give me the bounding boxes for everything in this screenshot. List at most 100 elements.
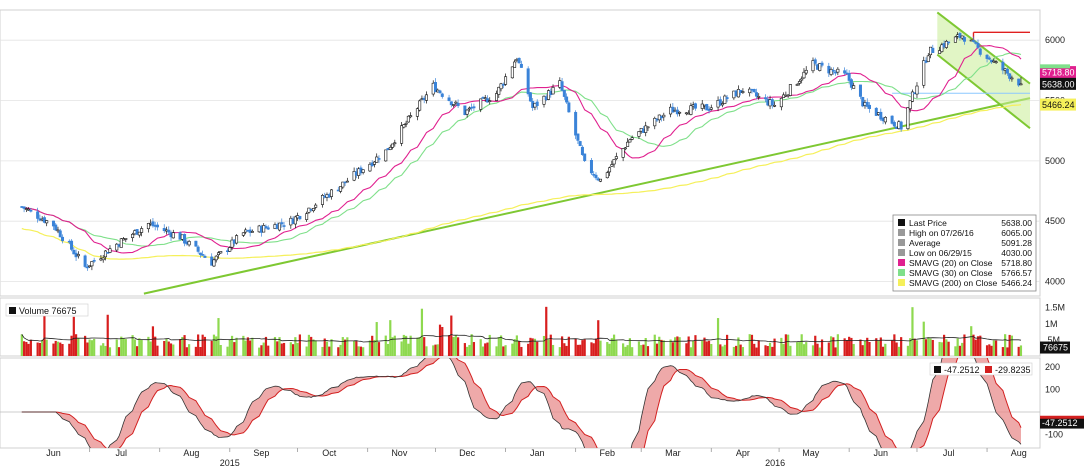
volume-bar bbox=[750, 334, 754, 356]
candle-body bbox=[804, 69, 808, 74]
volume-bar bbox=[848, 336, 851, 356]
volume-bar bbox=[551, 344, 555, 356]
candle-body bbox=[994, 61, 998, 64]
candle-body bbox=[779, 97, 783, 108]
volume-bar bbox=[504, 345, 507, 356]
volume-bar bbox=[122, 337, 125, 356]
volume-bar bbox=[305, 346, 308, 356]
volume-bar bbox=[425, 346, 428, 356]
volume-bar bbox=[74, 334, 78, 356]
volume-bar bbox=[90, 340, 93, 356]
volume-bar bbox=[662, 340, 665, 356]
volume-bar bbox=[845, 340, 849, 356]
volume-bar bbox=[642, 344, 645, 356]
volume-bar bbox=[463, 343, 466, 356]
volume-bar bbox=[755, 347, 758, 356]
volume-bar bbox=[154, 336, 157, 356]
volume-bar bbox=[479, 339, 482, 356]
x-tick-label: Mar bbox=[665, 448, 681, 458]
candle-body bbox=[361, 169, 365, 173]
volume-bar bbox=[167, 341, 170, 356]
volume-bar bbox=[875, 338, 878, 356]
candle-body bbox=[488, 100, 492, 102]
candle-body bbox=[628, 139, 632, 143]
volume-bar bbox=[267, 345, 270, 356]
volume-bar bbox=[927, 337, 930, 356]
candle-body bbox=[400, 125, 404, 144]
candle-body bbox=[513, 61, 517, 68]
volume-bar bbox=[1004, 334, 1007, 356]
volume-bar bbox=[88, 339, 91, 356]
volume-bar bbox=[499, 335, 503, 356]
volume-bar bbox=[640, 345, 643, 356]
candle-body bbox=[574, 111, 578, 136]
volume-bar bbox=[771, 346, 774, 356]
candle-body bbox=[971, 40, 975, 42]
volume-bar bbox=[974, 339, 977, 356]
volume-y-tick-label: 1.5M bbox=[1045, 303, 1065, 313]
volume-bar bbox=[915, 340, 919, 356]
candle-body bbox=[725, 97, 729, 100]
volume-bar bbox=[423, 337, 426, 356]
volume-bar bbox=[990, 345, 993, 356]
volume-bar bbox=[323, 338, 326, 356]
volume-bar bbox=[913, 338, 916, 356]
candle-body bbox=[560, 81, 564, 91]
candle-body bbox=[510, 66, 514, 79]
candle-body bbox=[124, 238, 128, 240]
candle-body bbox=[377, 158, 381, 160]
legend-swatch bbox=[898, 239, 905, 246]
volume-legend: Volume 76675 bbox=[5, 303, 89, 317]
candle-body bbox=[282, 225, 286, 227]
volume-bar bbox=[432, 345, 435, 356]
volume-bar bbox=[784, 334, 787, 356]
volume-bar bbox=[653, 334, 656, 356]
volume-bar bbox=[725, 334, 729, 356]
volume-bar bbox=[594, 338, 598, 356]
legend-swatch bbox=[898, 229, 905, 236]
candle-body bbox=[637, 131, 641, 137]
volume-bar bbox=[789, 345, 792, 356]
candle-body bbox=[630, 137, 634, 140]
volume-bar bbox=[368, 340, 372, 356]
price-y-tick-label: 6000 bbox=[1045, 35, 1065, 45]
volume-bar bbox=[52, 343, 55, 356]
candle-body bbox=[479, 98, 483, 110]
candle-body bbox=[646, 126, 650, 129]
candle-body bbox=[203, 255, 207, 258]
volume-bar bbox=[115, 339, 118, 356]
x-tick-label: Nov bbox=[391, 448, 408, 458]
volume-bar bbox=[418, 337, 421, 356]
candle-body bbox=[456, 102, 460, 107]
volume-bar bbox=[994, 340, 998, 356]
volume-bar bbox=[472, 342, 476, 356]
volume-bar bbox=[36, 342, 39, 356]
candle-body bbox=[438, 90, 442, 94]
volume-bar bbox=[518, 341, 521, 356]
volume-bar bbox=[201, 334, 204, 356]
volume-bar bbox=[120, 336, 123, 356]
x-tick-label: Jul bbox=[116, 448, 128, 458]
volume-last-label: 76675 bbox=[1043, 343, 1068, 353]
volume-bar bbox=[956, 338, 959, 356]
volume-bar bbox=[436, 344, 439, 356]
volume-bar bbox=[61, 344, 64, 356]
volume-bar bbox=[434, 344, 437, 356]
x-tick-label: Apr bbox=[736, 448, 750, 458]
volume-bar bbox=[710, 343, 713, 356]
candle-body bbox=[610, 164, 614, 167]
candle-body bbox=[140, 228, 144, 233]
volume-bar bbox=[291, 344, 295, 356]
volume-bar bbox=[612, 334, 616, 356]
volume-bar bbox=[194, 346, 197, 356]
candle-body bbox=[614, 156, 618, 160]
x-tick-label: Dec bbox=[459, 448, 476, 458]
volume-bar bbox=[940, 342, 943, 356]
volume-bar bbox=[945, 339, 948, 356]
volume-bar bbox=[260, 345, 263, 356]
x-tick-label: Jul bbox=[943, 448, 955, 458]
candle-body bbox=[171, 232, 175, 239]
candle-body bbox=[472, 106, 476, 109]
volume-bar bbox=[400, 341, 403, 356]
volume-bar bbox=[456, 337, 460, 356]
